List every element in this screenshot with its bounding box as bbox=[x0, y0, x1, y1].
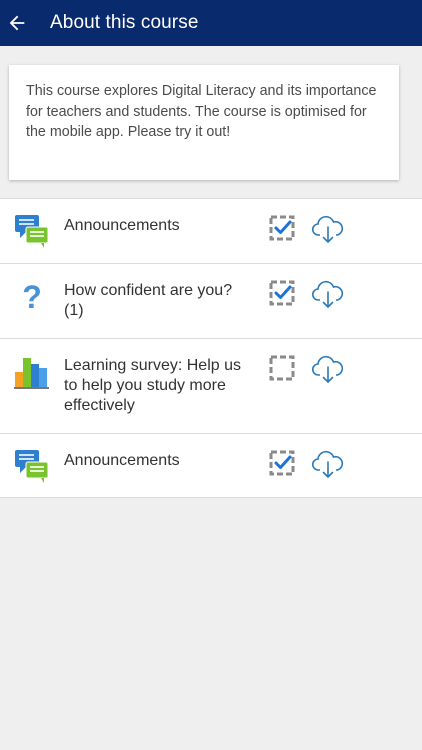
completion-checkbox-empty-icon[interactable] bbox=[269, 355, 295, 381]
module-label[interactable]: Announcements bbox=[64, 451, 254, 471]
app-bar: About this course bbox=[0, 0, 422, 46]
question-icon: ? bbox=[22, 279, 42, 314]
course-summary-card: This course explores Digital Literacy an… bbox=[9, 65, 399, 180]
module-row-quiz[interactable]: ? How confident are you? (1) bbox=[0, 264, 422, 339]
completion-checkbox-checked-icon[interactable] bbox=[269, 280, 295, 306]
completion-checkbox-checked-icon[interactable] bbox=[269, 215, 295, 241]
module-list: Announcements ? How confident are you? (… bbox=[0, 198, 422, 498]
module-label[interactable]: Learning survey: Help us to help you stu… bbox=[64, 356, 254, 416]
module-row-survey[interactable]: Learning survey: Help us to help you stu… bbox=[0, 339, 422, 434]
course-summary-text: This course explores Digital Literacy an… bbox=[26, 83, 377, 140]
svg-text:?: ? bbox=[22, 279, 42, 314]
forum-icon bbox=[15, 450, 49, 483]
arrow-left-icon bbox=[9, 15, 25, 31]
page-title: About this course bbox=[50, 12, 199, 33]
module-row-announcements-2[interactable]: Announcements bbox=[0, 434, 422, 498]
forum-icon bbox=[15, 215, 49, 248]
cloud-download-icon[interactable] bbox=[311, 212, 345, 246]
module-label[interactable]: How confident are you? (1) bbox=[64, 281, 254, 321]
module-row-announcements[interactable]: Announcements bbox=[0, 199, 422, 264]
completion-checkbox-checked-icon[interactable] bbox=[269, 450, 295, 476]
survey-chart-icon bbox=[14, 358, 49, 389]
cloud-download-icon[interactable] bbox=[311, 352, 345, 386]
cloud-download-icon[interactable] bbox=[311, 447, 345, 481]
cloud-download-icon[interactable] bbox=[311, 277, 345, 311]
back-button[interactable] bbox=[0, 0, 40, 46]
module-label[interactable]: Announcements bbox=[64, 216, 254, 236]
